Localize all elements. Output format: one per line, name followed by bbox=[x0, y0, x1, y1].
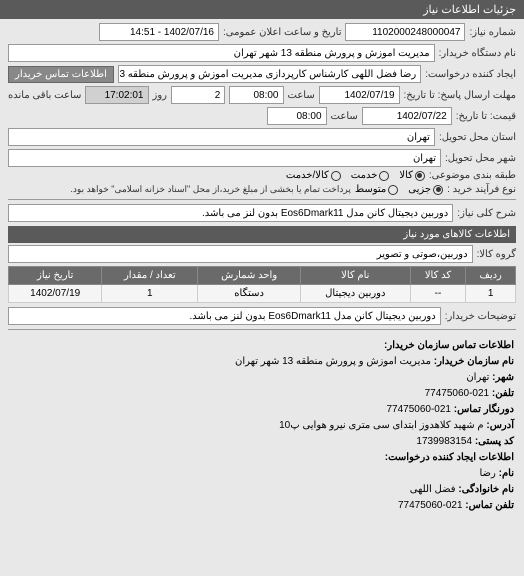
cell-date: 1402/07/19 bbox=[9, 285, 102, 303]
process-note: پرداخت تمام یا بخشی از مبلغ خرید،از محل … bbox=[70, 184, 350, 195]
days-label: روز bbox=[153, 90, 168, 101]
requester-field: رضا فضل اللهی کارشناس کارپردازی مدیریت ا… bbox=[118, 65, 421, 83]
goods-table: ردیف کد کالا نام کالا واحد شمارش تعداد /… bbox=[8, 266, 516, 303]
desc-label: شرح کلی نیاز: bbox=[457, 208, 516, 219]
announce-field: 1402/07/16 - 14:51 bbox=[99, 23, 219, 41]
radio-service[interactable]: خدمت bbox=[351, 170, 390, 181]
cell-row: 1 bbox=[466, 285, 516, 303]
requester-label: ایجاد کننده درخواست: bbox=[425, 69, 516, 80]
radio-circle-icon bbox=[415, 171, 425, 181]
family-value: فضل اللهی bbox=[410, 484, 456, 495]
org-value: مدیریت اموزش و پرورش منطقه 13 شهر تهران bbox=[235, 356, 431, 367]
price-to-date: 1402/07/22 bbox=[362, 107, 452, 125]
city-label: شهر: bbox=[492, 372, 514, 383]
contact-info-block: اطلاعات تماس سازمان خریدار: نام سازمان خ… bbox=[8, 334, 516, 518]
delivery-city-label: شهر محل تحویل: bbox=[445, 153, 516, 164]
deadline-from-time: 08:00 bbox=[229, 86, 283, 104]
address-label: آدرس: bbox=[486, 420, 514, 431]
time-label-2: ساعت bbox=[331, 111, 358, 122]
radio-small[interactable]: جزیی bbox=[408, 184, 443, 195]
remaining-value: 17:02:01 bbox=[85, 86, 148, 104]
panel-header: جزئیات اطلاعات نیاز bbox=[0, 0, 524, 19]
group-label: گروه کالا: bbox=[477, 249, 516, 260]
device-field: مدیریت اموزش و پرورش منطقه 13 شهر تهران bbox=[8, 44, 435, 62]
buyer-note-field: دوربین دیجیتال کانن مدل Eos6Dmark11 بدون… bbox=[8, 307, 441, 325]
radio-goods[interactable]: کالا bbox=[399, 170, 425, 181]
contact-button[interactable]: اطلاعات تماس خریدار bbox=[8, 66, 114, 83]
phone2-label: تلفن تماس: bbox=[465, 500, 514, 511]
process-label: نوع فرآیند خرید : bbox=[447, 184, 516, 195]
radio-small-label: جزیی bbox=[408, 184, 431, 195]
category-label: طبقه بندی موضوعی: bbox=[429, 170, 516, 181]
radio-goods-label: کالا bbox=[399, 170, 413, 181]
delivery-state-label: استان محل تحویل: bbox=[439, 132, 516, 143]
announce-label: تاریخ و ساعت اعلان عمومی: bbox=[223, 27, 342, 38]
col-row: ردیف bbox=[466, 267, 516, 285]
name-value: رضا bbox=[479, 468, 495, 479]
postal-value: 1739983154 bbox=[416, 436, 472, 447]
panel-title: جزئیات اطلاعات نیاز bbox=[423, 4, 516, 16]
cell-code: -- bbox=[410, 285, 466, 303]
price-to-label: قیمت: تا تاریخ: bbox=[456, 111, 516, 122]
address-value: م شهید کلاهدوز ابتدای سی متری نیرو هوایی… bbox=[279, 420, 483, 431]
contact-section-title: اطلاعات تماس سازمان خریدار: bbox=[384, 340, 514, 351]
time-label-1: ساعت bbox=[288, 90, 315, 101]
name-label: نام: bbox=[499, 468, 514, 479]
radio-both-label: کالا/خدمت bbox=[286, 170, 329, 181]
radio-both[interactable]: کالا/خدمت bbox=[286, 170, 341, 181]
days-value: 2 bbox=[171, 86, 225, 104]
phone-value: 021-77475060 bbox=[425, 388, 490, 399]
creator-section-title: اطلاعات ایجاد کننده درخواست: bbox=[385, 452, 514, 463]
col-date: تاریخ نیاز bbox=[9, 267, 102, 285]
col-code: کد کالا bbox=[410, 267, 466, 285]
buyer-note-label: توضیحات خریدار: bbox=[445, 311, 516, 322]
radio-service-label: خدمت bbox=[351, 170, 378, 181]
radio-medium-label: متوسط bbox=[355, 184, 386, 195]
col-qty: تعداد / مقدار bbox=[102, 267, 198, 285]
cell-name: دوربین دیجیتال bbox=[301, 285, 411, 303]
postal-label: کد پستی: bbox=[475, 436, 514, 447]
request-no-field: 1102000248000047 bbox=[345, 23, 465, 41]
radio-circle-icon bbox=[433, 185, 443, 195]
radio-medium[interactable]: متوسط bbox=[355, 184, 398, 195]
deadline-from-date: 1402/07/19 bbox=[319, 86, 400, 104]
cell-unit: دستگاه bbox=[198, 285, 301, 303]
radio-circle-icon bbox=[388, 185, 398, 195]
col-name: نام کالا bbox=[301, 267, 411, 285]
process-radio-group: جزیی متوسط bbox=[355, 184, 443, 195]
radio-circle-icon bbox=[331, 171, 341, 181]
fax-value: 021-77475060 bbox=[386, 404, 451, 415]
device-label: نام دستگاه خریدار: bbox=[439, 48, 516, 59]
request-no-label: شماره نیاز: bbox=[469, 27, 516, 38]
family-label: نام خانوادگی: bbox=[458, 484, 514, 495]
goods-section-header: اطلاعات کالاهای مورد نیاز bbox=[8, 226, 516, 243]
phone-label: تلفن: bbox=[492, 388, 514, 399]
fax-label: دورنگار تماس: bbox=[454, 404, 514, 415]
deadline-from-label: مهلت ارسال پاسخ: تا تاریخ: bbox=[404, 90, 516, 101]
city-value: تهران bbox=[466, 372, 489, 383]
phone2-value: 021-77475060 bbox=[398, 500, 463, 511]
cell-qty: 1 bbox=[102, 285, 198, 303]
delivery-state-field: تهران bbox=[8, 128, 435, 146]
price-to-time: 08:00 bbox=[267, 107, 327, 125]
delivery-city-field: تهران bbox=[8, 149, 441, 167]
category-radio-group: کالا خدمت کالا/خدمت bbox=[286, 170, 425, 181]
desc-field: دوربین دیجیتال کانن مدل Eos6Dmark11 بدون… bbox=[8, 204, 453, 222]
remaining-label: ساعت باقی مانده bbox=[8, 90, 81, 101]
group-field: دوربین،صوتی و تصویر bbox=[8, 245, 473, 263]
org-label: نام سازمان خریدار: bbox=[434, 356, 514, 367]
col-unit: واحد شمارش bbox=[198, 267, 301, 285]
table-row: 1 -- دوربین دیجیتال دستگاه 1 1402/07/19 bbox=[9, 285, 516, 303]
radio-circle-icon bbox=[379, 171, 389, 181]
